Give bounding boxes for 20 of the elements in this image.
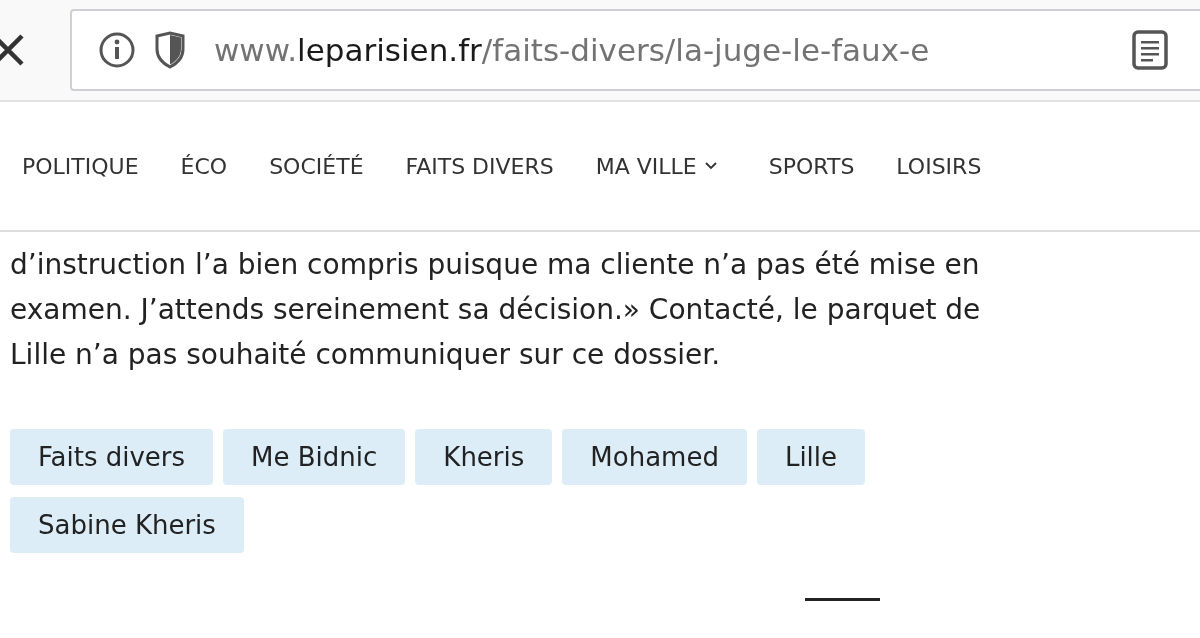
nav-link[interactable]: MA VILLE	[595, 153, 717, 179]
nav-link[interactable]: SPORTS	[768, 153, 855, 179]
shield-icon[interactable]	[154, 31, 186, 69]
tag-link[interactable]: Faits divers	[10, 429, 214, 485]
tag-link[interactable]: Kheris	[415, 429, 553, 485]
nav-link[interactable]: LOISIRS	[896, 153, 982, 179]
tag-link[interactable]: Lille	[756, 429, 866, 485]
nav-link[interactable]: POLITIQUE	[22, 153, 139, 179]
chevron-icon	[704, 162, 717, 170]
nav-link[interactable]: FAITS DIVERS	[405, 153, 554, 179]
info-icon[interactable]	[98, 31, 136, 69]
tag-link[interactable]: Mohamed	[562, 429, 747, 485]
nav-link[interactable]: ÉCO	[180, 153, 228, 179]
address-bar[interactable]: www.leparisien.fr/faits-divers/la-juge-le-faux-e	[70, 9, 1200, 91]
nav-link[interactable]: SOCIÉTÉ	[269, 153, 364, 179]
reader-view-icon[interactable]	[1132, 30, 1168, 70]
tag-link[interactable]: Me Bidnic	[223, 429, 406, 485]
tag-link[interactable]: Sabine Kheris	[10, 497, 244, 553]
url-text: www.leparisien.fr/faits-divers/la-juge-le-faux-e	[214, 32, 931, 68]
article-paragraph: d’instruction l’a bien compris puisque ma cliente n’a pas été mise en examen. J’attends sereinement sa décision.» Contacté, le parquet de Lille n’a pas souhaité communiquer sur ce dossier.	[10, 247, 982, 373]
